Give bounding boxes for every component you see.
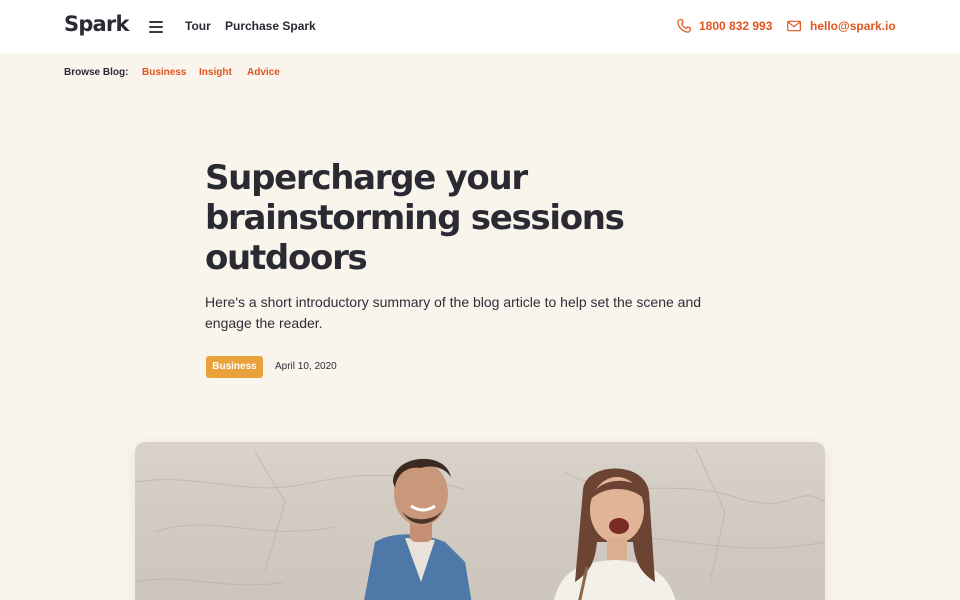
- category-badge[interactable]: Business: [206, 356, 263, 378]
- article-summary: Here's a short introductory summary of t…: [205, 292, 765, 334]
- site-header: Spark Tour Purchase Spark 1800 832 993 h…: [0, 0, 960, 53]
- category-link-advice[interactable]: Advice: [247, 67, 280, 78]
- envelope-icon[interactable]: [786, 18, 802, 34]
- article-summary-line: Here's a short introductory summary of t…: [205, 294, 702, 310]
- article-title: Supercharge your brainstorming sessions …: [205, 158, 765, 278]
- phone-link[interactable]: 1800 832 993: [699, 19, 772, 33]
- article-title-line: outdoors: [205, 238, 368, 278]
- man-figure: [364, 458, 472, 600]
- spark-logo[interactable]: Spark: [64, 12, 129, 36]
- hero-photo: [135, 446, 825, 600]
- email-link[interactable]: hello@spark.io: [810, 19, 896, 33]
- nav-link-tour[interactable]: Tour: [185, 19, 211, 33]
- publish-date: April 10, 2020: [275, 361, 337, 372]
- category-link-insight[interactable]: Insight: [199, 67, 232, 78]
- phone-icon[interactable]: [676, 18, 692, 34]
- article-summary-line: engage the reader.: [205, 315, 323, 331]
- article-title-line: Supercharge your: [205, 158, 528, 198]
- category-link-business[interactable]: Business: [142, 67, 186, 78]
- article-title-line: brainstorming sessions: [205, 198, 625, 238]
- nav-link-purchase-spark[interactable]: Purchase Spark: [225, 19, 316, 33]
- browse-blog-label: Browse Blog:: [64, 67, 129, 78]
- hamburger-menu-icon[interactable]: [149, 21, 163, 33]
- hero-image: [135, 442, 825, 600]
